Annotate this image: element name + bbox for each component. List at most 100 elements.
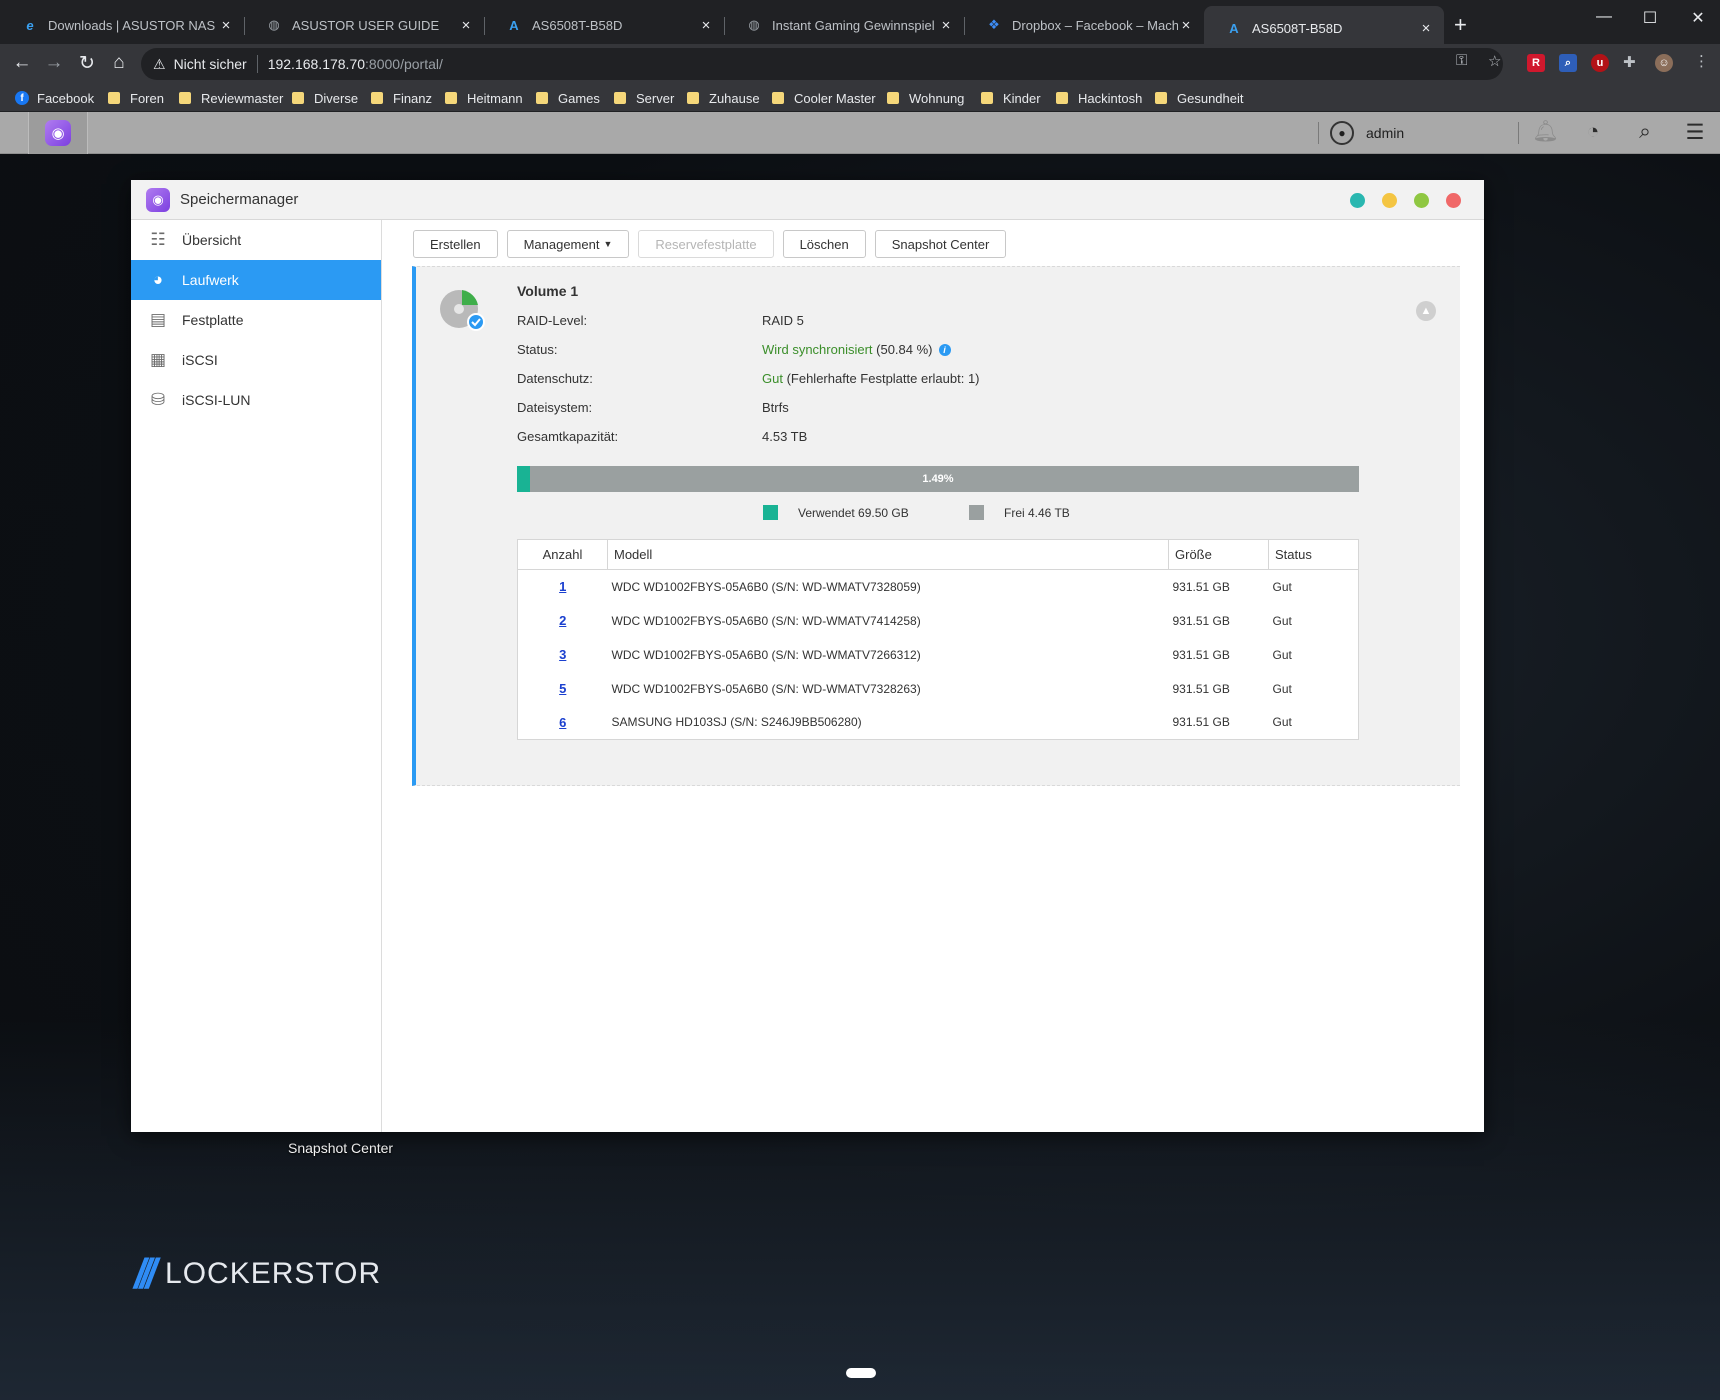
close-icon[interactable]: × — [938, 17, 954, 34]
iscsi-icon: ▦ — [149, 350, 167, 369]
sidebar-item-volume[interactable]: ◕ Laufwerk — [131, 260, 381, 300]
star-icon[interactable]: ☆ — [1488, 52, 1501, 70]
warning-icon: ⚠ — [153, 55, 166, 72]
bell-icon[interactable]: 🔔︎ — [1532, 120, 1559, 144]
sidebar-item-label: iSCSI-LUN — [182, 392, 251, 408]
bookmark-item[interactable]: Reviewmaster — [179, 84, 283, 112]
sidebar-item-iscsi[interactable]: ▦ iSCSI — [131, 340, 381, 380]
browser-tab[interactable]: ❖ Dropbox – Facebook – Machen S × — [964, 8, 1204, 42]
reload-icon[interactable]: ↻ — [75, 52, 99, 75]
close-icon[interactable]: × — [698, 17, 714, 34]
bookmark-item[interactable]: Diverse — [292, 84, 358, 112]
disk-number-link[interactable]: 3 — [559, 647, 566, 662]
column-header[interactable]: Größe — [1168, 539, 1269, 570]
sidebar-item-disk[interactable]: ▤ Festplatte — [131, 300, 381, 340]
sidebar-item-label: Übersicht — [182, 232, 242, 248]
window-title: Speichermanager — [180, 191, 299, 208]
close-icon[interactable]: × — [458, 17, 474, 34]
info-icon[interactable]: i — [938, 344, 951, 356]
folder-icon — [887, 92, 899, 104]
disk-number-link[interactable]: 2 — [559, 613, 566, 628]
dock-handle[interactable] — [846, 1368, 876, 1378]
bookmark-label: Server — [636, 90, 675, 106]
extension-r-icon[interactable]: R — [1527, 54, 1545, 72]
maximize-icon[interactable]: ☐ — [1636, 8, 1664, 28]
dropbox-icon: ❖ — [988, 17, 1000, 32]
asustor-e-icon: e — [26, 17, 34, 33]
address-bar-row: ← → ↻ ⌂ ⚠ Nicht sicher 192.168.178.70:80… — [0, 44, 1720, 84]
bookmark-item[interactable]: Zuhause — [687, 84, 760, 112]
bookmark-item[interactable]: Foren — [108, 84, 164, 112]
disk-number-link[interactable]: 5 — [559, 681, 566, 696]
url-input[interactable]: ⚠ Nicht sicher 192.168.178.70:8000/porta… — [141, 48, 1503, 80]
create-button[interactable]: Erstellen — [413, 230, 498, 258]
folder-icon — [292, 92, 304, 104]
puzzle-icon[interactable]: ✚ — [1623, 53, 1636, 71]
window-dot-teal[interactable] — [1350, 193, 1365, 208]
bookmark-label: Cooler Master — [794, 90, 876, 106]
window-titlebar[interactable]: ◉ Speichermanager — [131, 180, 1484, 220]
new-tab-button[interactable]: + — [1454, 12, 1467, 38]
ublock-icon[interactable]: u — [1591, 54, 1609, 72]
filesystem-value: Btrfs — [762, 400, 789, 415]
bookmark-item[interactable]: Wohnung — [887, 84, 964, 112]
user-icon: ● — [1330, 121, 1354, 145]
close-window-icon[interactable]: ✕ — [1684, 8, 1712, 28]
status-text: Wird synchronisiert — [762, 342, 873, 357]
close-icon[interactable]: × — [1418, 20, 1434, 37]
home-icon[interactable]: ⌂ — [107, 52, 131, 74]
back-icon[interactable]: ← — [10, 52, 34, 74]
bookmark-item[interactable]: Kinder — [981, 84, 1041, 112]
volume-disk-icon — [440, 290, 485, 331]
bookmark-item[interactable]: f Facebook — [15, 84, 94, 112]
minimize-icon[interactable]: — — [1590, 8, 1618, 26]
search-icon[interactable]: ⌕ — [1632, 120, 1658, 144]
snapshot-center-button[interactable]: Snapshot Center — [874, 230, 1007, 258]
delete-button[interactable]: Löschen — [782, 230, 866, 258]
used-label: Verwendet 69.50 GB — [798, 505, 909, 520]
sidebar-item-iscsi-lun[interactable]: ⛁ iSCSI-LUN — [131, 380, 381, 420]
disk-number-link[interactable]: 6 — [559, 715, 566, 730]
activity-icon[interactable]: ◔ — [1580, 120, 1606, 144]
close-icon[interactable]: × — [218, 17, 234, 34]
bookmark-item[interactable]: Games — [536, 84, 600, 112]
desktop-icon-label[interactable]: Snapshot Center — [288, 1140, 393, 1156]
window-dot-green[interactable] — [1414, 193, 1429, 208]
browser-tab[interactable]: e Downloads | ASUSTOR NAS × — [0, 8, 245, 42]
bookmark-item[interactable]: Heitmann — [445, 84, 523, 112]
extension-search-icon[interactable]: ⌕ — [1559, 54, 1577, 72]
folder-icon — [445, 92, 457, 104]
forward-icon[interactable]: → — [42, 52, 66, 74]
bookmark-item[interactable]: Server — [614, 84, 674, 112]
security-label[interactable]: Nicht sicher — [174, 56, 247, 72]
disk-size: 931.51 GB — [1172, 647, 1230, 662]
column-header[interactable]: Status — [1268, 539, 1359, 570]
browser-tab[interactable]: A AS6508T-B58D × — [484, 8, 725, 42]
user-menu[interactable]: ● admin — [1330, 121, 1404, 145]
management-dropdown[interactable]: Management ▼ — [506, 230, 630, 258]
bookmark-item[interactable]: Gesundheit — [1155, 84, 1244, 112]
close-icon[interactable]: × — [1178, 17, 1194, 34]
folder-icon — [1155, 92, 1167, 104]
collapse-icon[interactable]: ▲ — [1416, 301, 1436, 321]
nas-app-launcher[interactable]: ◉ — [28, 112, 88, 154]
disk-number-link[interactable]: 1 — [559, 579, 566, 594]
window-dot-yellow[interactable] — [1382, 193, 1397, 208]
disk-status: Gut — [1272, 715, 1292, 730]
column-header[interactable]: Modell — [607, 539, 1169, 570]
settings-panel-icon[interactable]: ☰ — [1682, 120, 1708, 145]
raid-value: RAID 5 — [762, 313, 804, 328]
bookmark-item[interactable]: Finanz — [371, 84, 432, 112]
menu-dots-icon[interactable]: ⋮ — [1694, 52, 1709, 70]
sidebar-item-overview[interactable]: ☷ Übersicht — [131, 220, 381, 260]
browser-tab[interactable]: ◍ ASUSTOR USER GUIDE × — [244, 8, 485, 42]
volume-name: Volume 1 — [517, 283, 579, 299]
protection-value: Gut (Fehlerhafte Festplatte erlaubt: 1) — [762, 371, 980, 386]
bookmark-item[interactable]: Cooler Master — [772, 84, 876, 112]
column-header[interactable]: Anzahl — [517, 539, 608, 570]
window-close-dot[interactable] — [1446, 193, 1461, 208]
profile-avatar[interactable]: ☺ — [1655, 54, 1673, 72]
bookmark-item[interactable]: Hackintosh — [1056, 84, 1142, 112]
browser-tab[interactable]: ◍ Instant Gaming Gewinnspiel | Ha × — [724, 8, 965, 42]
key-icon[interactable]: ⚿ — [1456, 52, 1467, 69]
